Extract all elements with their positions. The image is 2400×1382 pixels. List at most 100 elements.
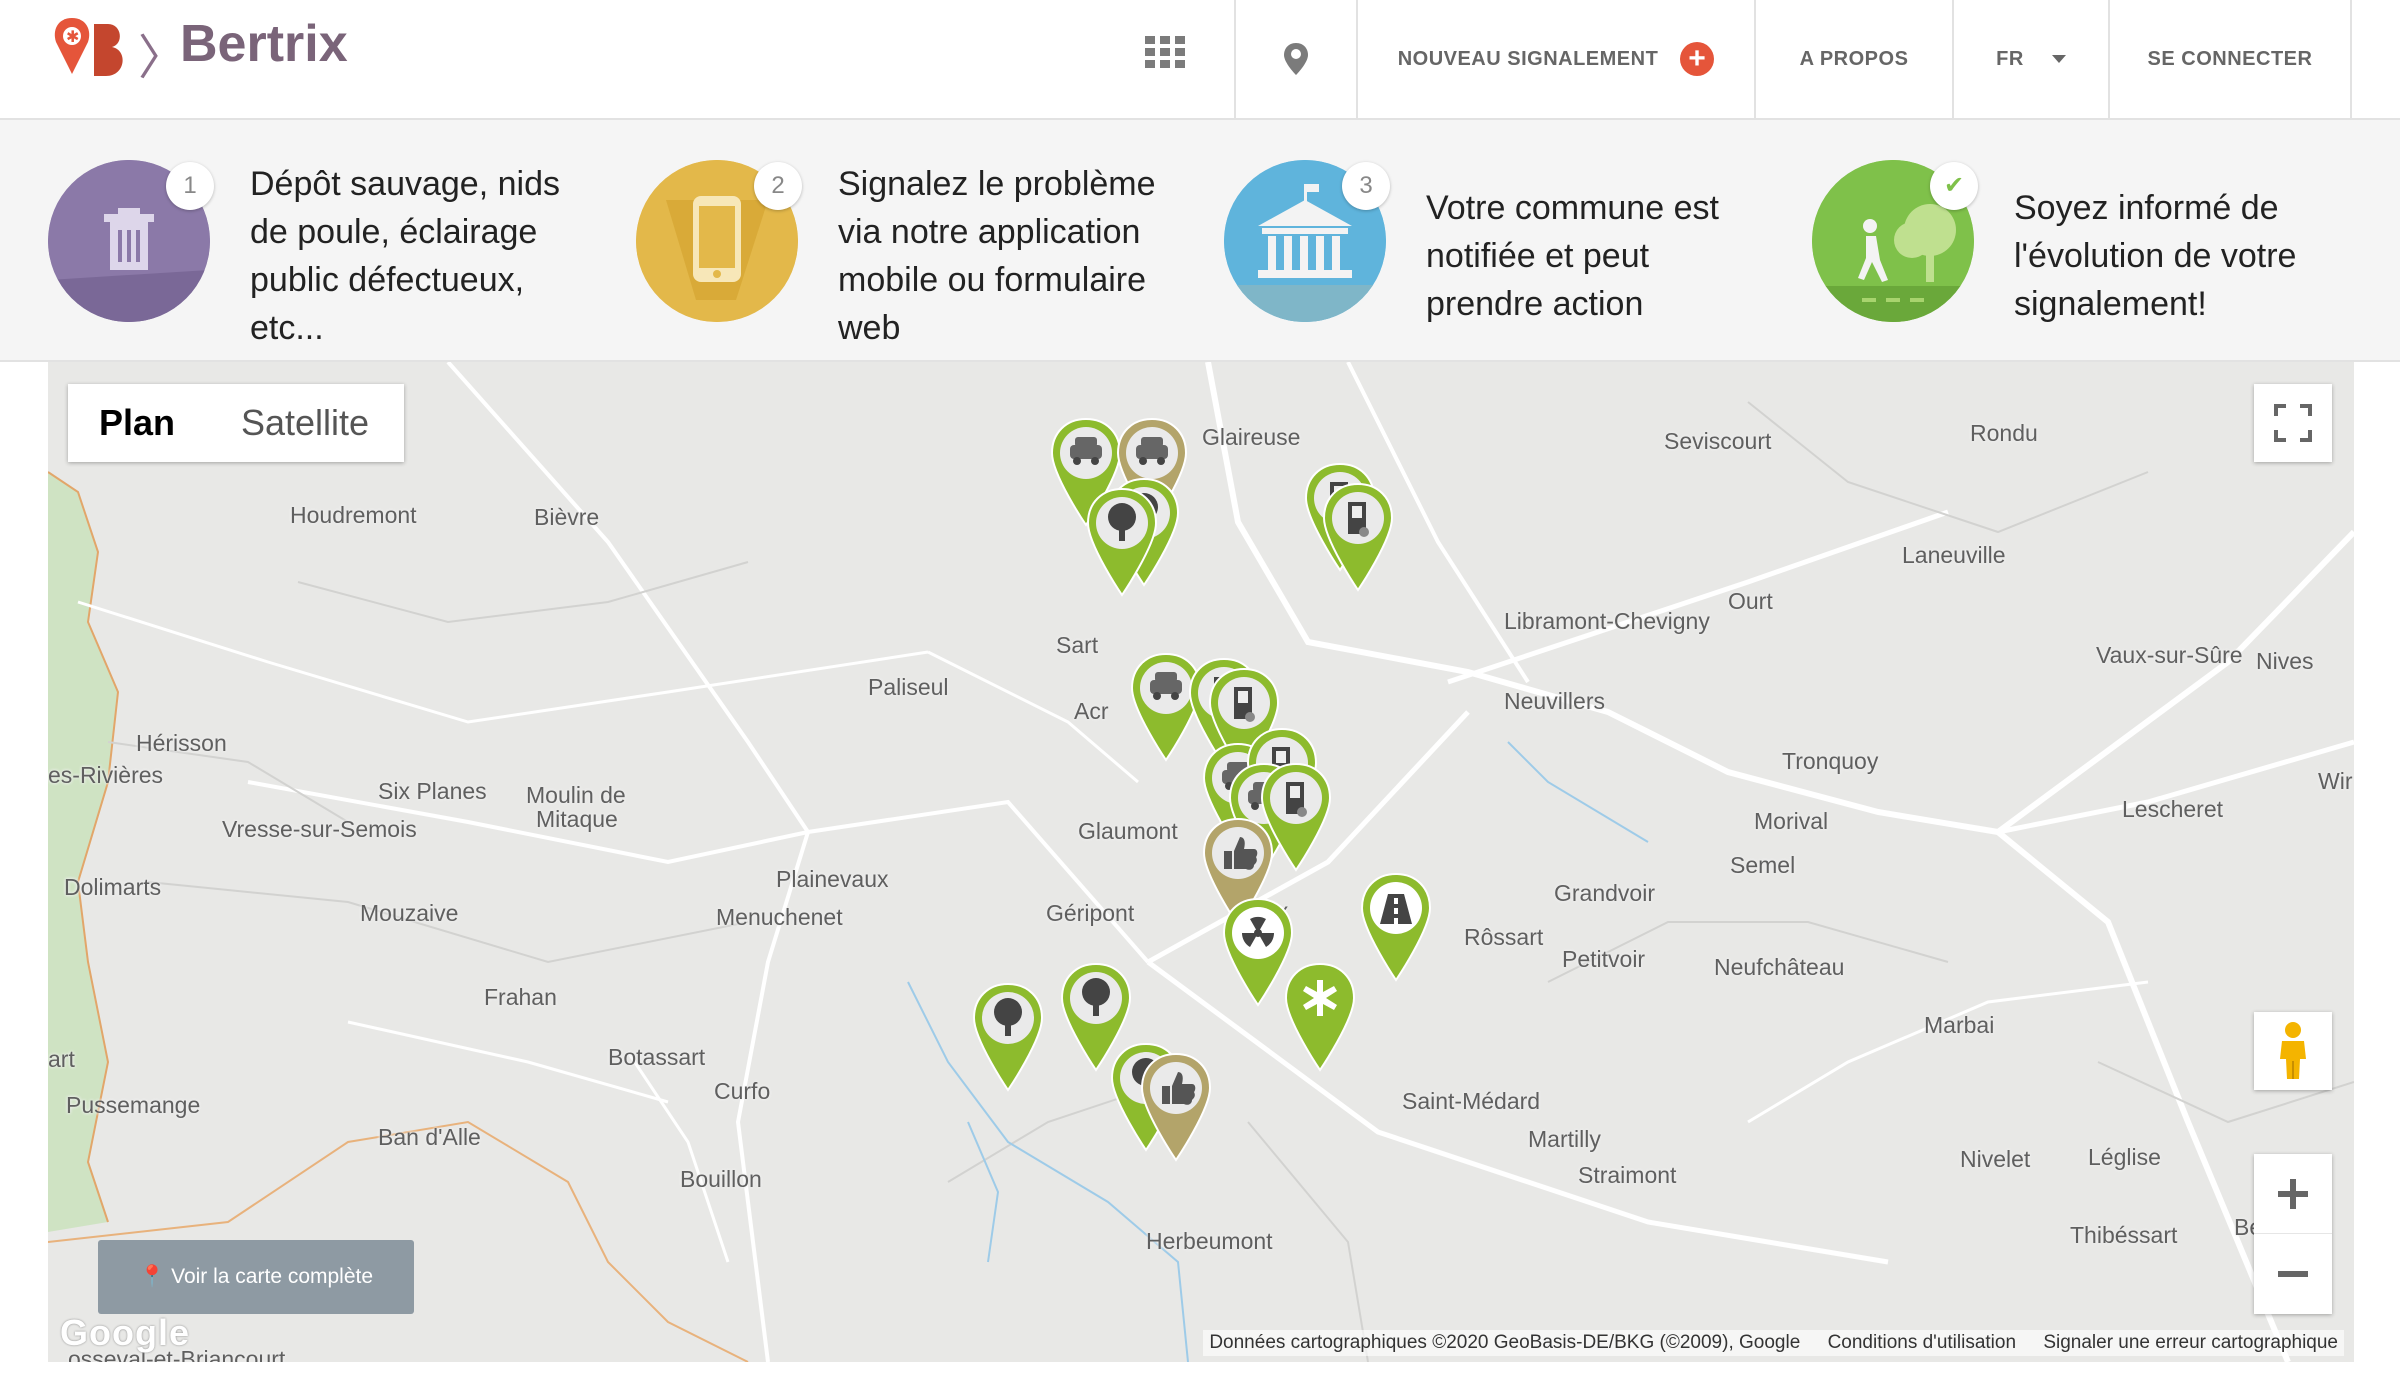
language-label: FR <box>1996 47 2024 70</box>
place-label: Wir <box>2318 768 2353 794</box>
plus-circle-icon: + <box>1680 42 1715 76</box>
reports-map[interactable]: Glaireuse Seviscourt Rondu Houdremont Bi… <box>48 362 2354 1362</box>
map-attribution: Données cartographiques ©2020 GeoBasis-D… <box>1203 1330 2344 1356</box>
place-label: Vaux-sur-Sûre <box>2096 642 2243 668</box>
place-label: Tronquoy <box>1782 748 1879 774</box>
place-label: Frahan <box>484 984 557 1010</box>
place-label: Mitaque <box>536 806 618 832</box>
map-type-control: Plan Satellite <box>68 384 404 462</box>
place-label: Nivelet <box>1960 1146 2031 1172</box>
place-label: Bouillon <box>680 1166 762 1192</box>
plus-icon <box>2278 1178 2308 1209</box>
step-text: Signalez le problème via notre applicati… <box>838 165 1156 347</box>
place-label: Paliseul <box>868 674 949 700</box>
new-report-button[interactable]: NOUVEAU SIGNALEMENT + <box>1356 0 1754 118</box>
tree-icon <box>972 982 1044 1092</box>
place-label: Thibéssart <box>2070 1222 2178 1248</box>
place-label: Ourt <box>1728 588 1773 614</box>
place-label: Saint-Médard <box>1402 1088 1541 1114</box>
place-label: Hérisson <box>136 730 227 756</box>
report-marker[interactable] <box>970 982 1046 1092</box>
report-marker[interactable] <box>1358 872 1434 982</box>
place-label: Rondu <box>1970 420 2038 446</box>
view-full-map-button[interactable]: 📍 Voir la carte complète <box>98 1240 414 1314</box>
report-marker[interactable] <box>1084 487 1160 597</box>
place-label: Sart <box>1056 632 1099 658</box>
place-label: Neufchâteau <box>1714 954 1845 980</box>
asterisk-icon <box>1284 962 1356 1072</box>
place-label: Ban d'Alle <box>378 1124 481 1150</box>
place-label: Géripont <box>1046 900 1135 926</box>
login-label: SE CONNECTER <box>2147 47 2313 70</box>
terms-link[interactable]: Conditions d'utilisation <box>1828 1332 2016 1353</box>
zoom-in-button[interactable] <box>2254 1154 2332 1234</box>
place-label: Dolimarts <box>64 874 162 900</box>
step-text: Soyez informé de l'évolution de votre si… <box>2014 189 2297 323</box>
page-title: Bertrix <box>180 15 348 73</box>
map-pin-nav[interactable] <box>1234 0 1356 118</box>
about-link[interactable]: A PROPOS <box>1754 0 1952 118</box>
place-label: Léglise <box>2088 1144 2161 1170</box>
step-text: Dépôt sauvage, nids de poule, éclairage … <box>250 165 560 347</box>
report-marker[interactable] <box>1282 962 1358 1072</box>
login-link[interactable]: SE CONNECTER <box>2108 0 2352 118</box>
place-label: Menuchenet <box>716 904 843 930</box>
place-label: Martilly <box>1528 1126 1601 1152</box>
map-pin-icon <box>1284 43 1308 75</box>
place-label: Glaumont <box>1078 818 1178 844</box>
new-report-label: NOUVEAU SIGNALEMENT <box>1397 47 1659 70</box>
fullscreen-icon <box>2274 404 2312 442</box>
place-label: Libramont-Chevigny <box>1504 608 1710 634</box>
place-label: Bièvre <box>534 504 600 530</box>
zoom-out-button[interactable] <box>2254 1234 2332 1314</box>
place-label: Nives <box>2256 648 2314 674</box>
place-label: Grandvoir <box>1554 880 1655 906</box>
place-label: Straimont <box>1578 1162 1677 1188</box>
google-logo: Google <box>60 1312 190 1353</box>
step-number: 2 <box>754 162 802 210</box>
place-label: Laneuville <box>1902 542 2006 568</box>
step-number: 3 <box>1342 162 1390 210</box>
street-view-button[interactable] <box>2254 1012 2332 1090</box>
step-text: Votre commune est notifiée et peut prend… <box>1426 189 1719 323</box>
map-type-satellite-button[interactable]: Satellite <box>206 384 404 462</box>
place-label: Plainevaux <box>776 866 889 892</box>
place-label: Marbai <box>1924 1012 1995 1038</box>
report-marker[interactable] <box>1320 482 1396 592</box>
top-header: ✱ 〉 Bertrix NOUVEAU SIGNALEMENT + A PROP… <box>0 0 2400 120</box>
language-select[interactable]: FR <box>1952 0 2108 118</box>
place-label: Botassart <box>608 1044 706 1070</box>
place-label: Moulin de <box>526 782 626 808</box>
place-label: Vresse-sur-Semois <box>222 816 417 842</box>
place-label: Houdremont <box>290 502 417 528</box>
place-label: Six Planes <box>378 778 487 804</box>
pegman-icon <box>2280 1022 2306 1079</box>
about-label: A PROPOS <box>1799 47 1909 70</box>
bertrix-logo-icon[interactable]: ✱ <box>50 14 130 84</box>
place-label: Herbeumont <box>1146 1228 1273 1254</box>
how-it-works-band: 1 Dépôt sauvage, nids de poule, éclairag… <box>0 120 2400 362</box>
attribution-text: Données cartographiques ©2020 GeoBasis-D… <box>1209 1332 1801 1353</box>
breadcrumb-separator: 〉 <box>138 32 187 85</box>
place-label: Seviscourt <box>1664 428 1772 454</box>
minus-icon <box>2278 1271 2308 1277</box>
report-map-error-link[interactable]: Signaler une erreur cartographique <box>2043 1332 2338 1353</box>
fullscreen-button[interactable] <box>2254 384 2332 462</box>
map-type-plan-button[interactable]: Plan <box>68 384 206 462</box>
place-label: Rôssart <box>1464 924 1544 950</box>
place-label: Acr <box>1074 698 1109 724</box>
grid-menu-icon[interactable] <box>1145 36 1187 68</box>
place-label: Morival <box>1754 808 1829 834</box>
place-label: Petitvoir <box>1562 946 1646 972</box>
road-icon <box>1360 872 1432 982</box>
step-number: 1 <box>166 162 214 210</box>
place-label: Curfo <box>714 1078 771 1104</box>
place-label: Neuvillers <box>1504 688 1605 714</box>
report-marker[interactable] <box>1138 1052 1214 1162</box>
place-label: Mouzaive <box>360 900 459 926</box>
place-label: Glaireuse <box>1202 424 1301 450</box>
chevron-down-icon <box>2051 55 2066 63</box>
place-label: es-Rivières <box>48 762 164 788</box>
place-label: Pussemange <box>66 1092 201 1118</box>
place-label: art <box>48 1046 75 1072</box>
